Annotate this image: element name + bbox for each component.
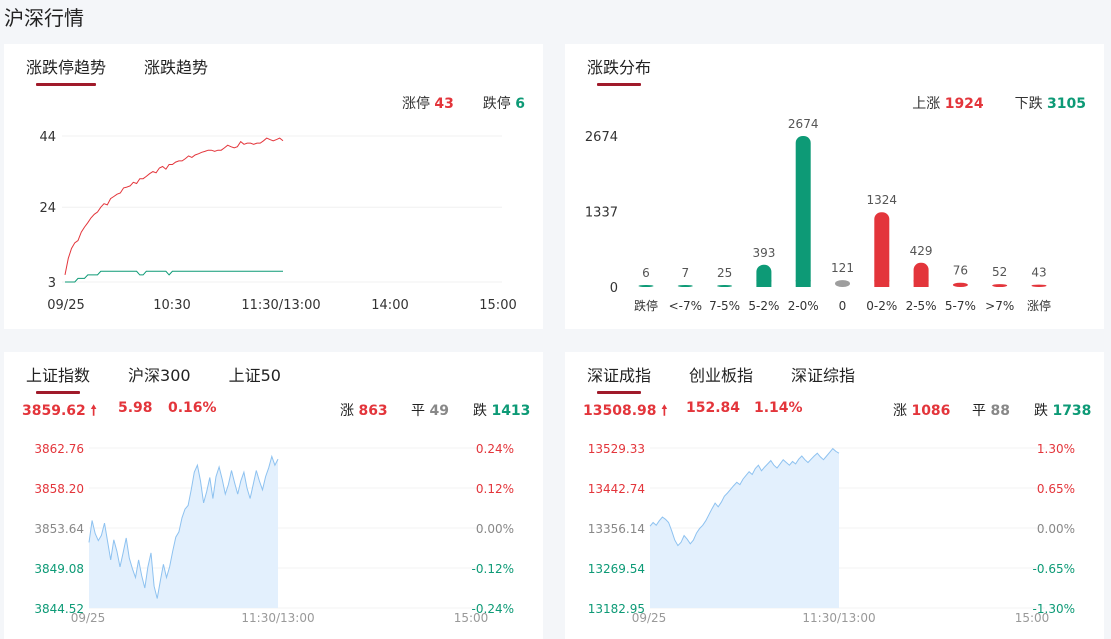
- bar-value-label: 7: [681, 266, 689, 280]
- bar-base: [795, 280, 811, 287]
- bar: [638, 285, 654, 287]
- bar: [992, 284, 1008, 287]
- bar: [795, 136, 811, 287]
- bar-base: [756, 280, 772, 287]
- y-right-tick-label: 0.00%: [476, 522, 514, 536]
- y-tick-label: 0: [610, 281, 618, 296]
- distribution-chart: 2674 1337 0 6 跌停 7 <-7% 25 7-5% 393 5-2% 2674 2-0% 12…: [585, 117, 1051, 313]
- bar-value-label: 76: [953, 264, 968, 278]
- y-right-tick-label: 0.65%: [1037, 482, 1075, 496]
- x-category-label: <-7%: [669, 299, 702, 313]
- y-left-tick-label: 3858.20: [34, 482, 84, 496]
- x-tick-label: 15:00: [1015, 611, 1050, 625]
- x-tick-label: 09/25: [71, 611, 106, 625]
- y-right-tick-label: -0.65%: [1033, 562, 1075, 576]
- distribution-card: 涨跌分布 上涨 1924 下跌 3105 2674 1337 0 6 跌停 7 <-7% 25…: [565, 44, 1104, 329]
- x-category-label: 0: [839, 299, 847, 313]
- x-category-label: 7-5%: [709, 299, 740, 313]
- y-tick-label: 2674: [585, 130, 618, 145]
- x-tick-label: 11:30/13:00: [802, 611, 875, 625]
- bar: [952, 282, 968, 287]
- bar: [835, 280, 850, 287]
- x-tick-label: 10:30: [153, 298, 190, 313]
- bar-value-label: 429: [910, 244, 933, 258]
- x-category-label: 跌停: [634, 298, 658, 313]
- y-left-tick-label: 3849.08: [34, 562, 84, 576]
- sz-index-chart: 13529.33 1.30% 13442.74 0.65% 13356.14 0.00% 1…: [588, 442, 1075, 625]
- page-title: 沪深行情: [4, 6, 84, 30]
- x-tick-label: 15:00: [479, 298, 516, 313]
- x-category-label: 5-2%: [748, 299, 779, 313]
- bar: [1031, 284, 1047, 287]
- y-right-tick-label: 0.12%: [476, 482, 514, 496]
- bar-value-label: 1324: [867, 193, 898, 207]
- x-tick-label: 15:00: [454, 611, 489, 625]
- limit-up-line: [64, 137, 284, 275]
- y-left-tick-label: 3862.76: [34, 442, 84, 456]
- y-tick-label: 24: [39, 201, 56, 216]
- y-right-tick-label: 1.30%: [1037, 442, 1075, 456]
- y-right-tick-label: -0.12%: [472, 562, 514, 576]
- bar-value-label: 25: [717, 266, 732, 280]
- bar: [874, 212, 890, 287]
- bar-value-label: 2674: [788, 117, 819, 131]
- x-tick-label: 11:30/13:00: [241, 611, 314, 625]
- bar-value-label: 43: [1031, 266, 1046, 280]
- sh-index-card: 上证指数 沪深300 上证50 3859.62 🠕 5.98 0.16% 涨 8…: [4, 352, 543, 639]
- x-tick-label: 09/25: [632, 611, 667, 625]
- limit-down-line: [65, 270, 283, 283]
- y-left-tick-label: 13529.33: [588, 442, 645, 456]
- limit-trend-chart: 44 24 3 09/25 10:30 11:30/13:00 14:00 15:00: [39, 130, 516, 313]
- bar: [677, 285, 693, 287]
- y-left-tick-label: 13442.74: [588, 482, 645, 496]
- x-category-label: 2-0%: [788, 299, 819, 313]
- y-tick-label: 1337: [585, 206, 618, 221]
- bar-value-label: 121: [831, 261, 854, 275]
- y-tick-label: 44: [39, 130, 56, 145]
- x-category-label: 0-2%: [866, 299, 897, 313]
- y-tick-label: 3: [48, 276, 56, 291]
- bar-value-label: 393: [752, 246, 775, 260]
- x-category-label: 涨停: [1027, 298, 1051, 313]
- y-left-tick-label: 13269.54: [588, 562, 645, 576]
- sh-index-chart: 3862.76 0.24% 3858.20 0.12% 3853.64 0.00% 3849…: [34, 442, 514, 625]
- y-right-tick-label: 0.00%: [1037, 522, 1075, 536]
- y-right-tick-label: 0.24%: [476, 442, 514, 456]
- index-area: [89, 456, 278, 608]
- x-category-label: >7%: [985, 299, 1014, 313]
- x-tick-label: 11:30/13:00: [241, 298, 320, 313]
- bar-value-label: 6: [642, 266, 650, 280]
- x-category-label: 5-7%: [945, 299, 976, 313]
- bar-base: [874, 280, 890, 287]
- bar-base: [913, 280, 929, 287]
- limit-trend-card: 涨跌停趋势 涨跌趋势 涨停 43 跌停 6 44 24 3 09/25 10:30 11:…: [4, 44, 543, 329]
- x-tick-label: 09/25: [47, 298, 84, 313]
- x-category-label: 2-5%: [906, 299, 937, 313]
- bar: [717, 285, 733, 287]
- x-tick-label: 14:00: [371, 298, 408, 313]
- y-left-tick-label: 13356.14: [588, 522, 645, 536]
- sz-index-card: 深证成指 创业板指 深证综指 13508.98 🠕 152.84 1.14% 涨…: [565, 352, 1104, 639]
- bar-value-label: 52: [992, 265, 1007, 279]
- y-left-tick-label: 3853.64: [34, 522, 84, 536]
